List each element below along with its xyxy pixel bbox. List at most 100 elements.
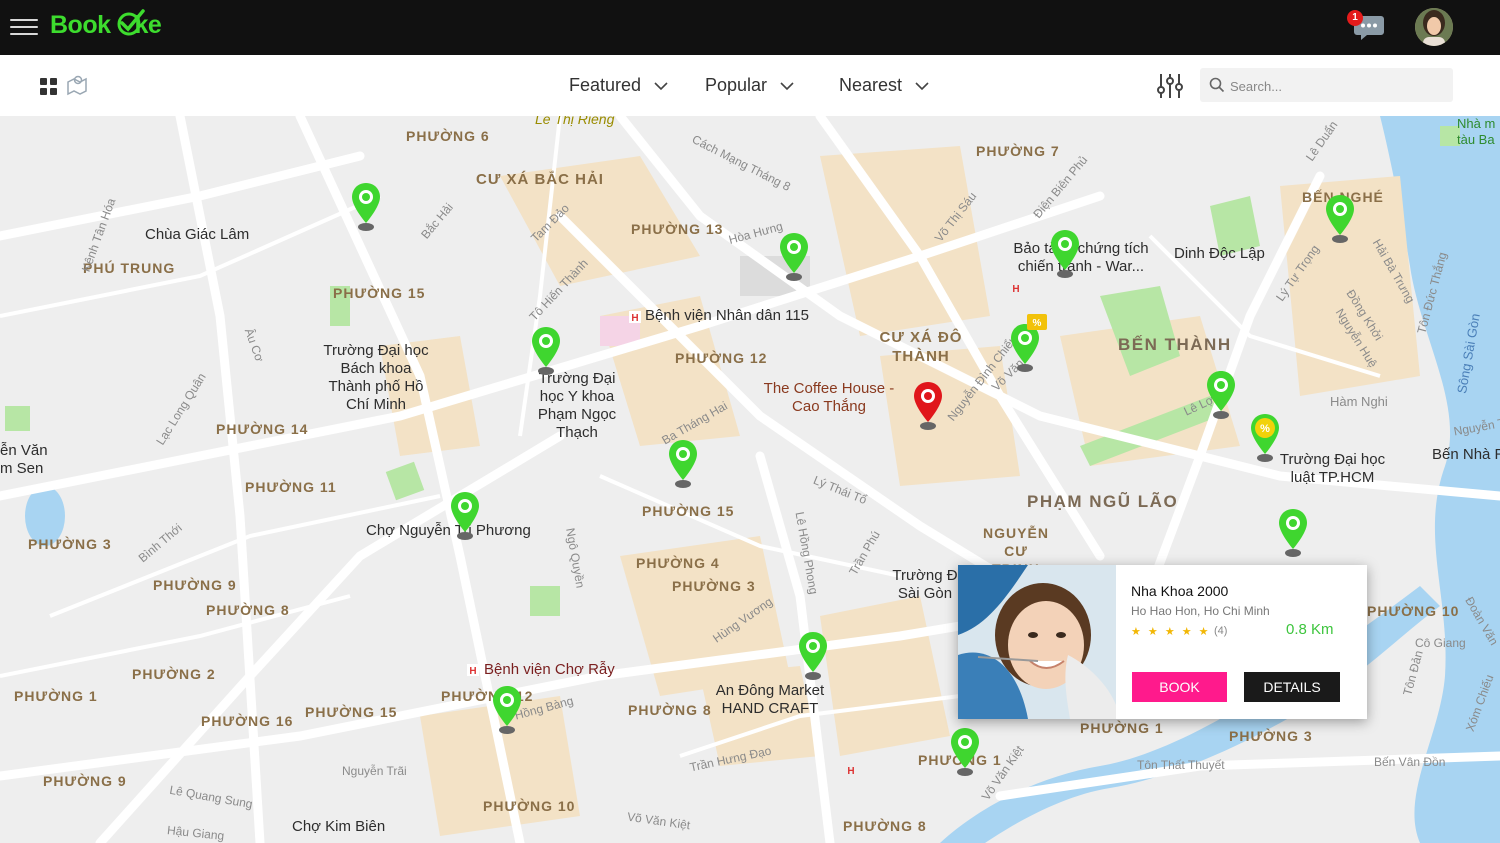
- chevron-down-icon: [915, 82, 929, 90]
- location-pin-green[interactable]: [1050, 230, 1080, 278]
- user-avatar[interactable]: [1415, 8, 1453, 46]
- place-preview-card[interactable]: Nha Khoa 2000 Ho Hao Hon, Ho Chi Minh ★ …: [958, 565, 1367, 719]
- notification-badge: 1: [1347, 10, 1363, 26]
- district-label: PHƯỜNG 15: [642, 503, 735, 519]
- star-rating: ★ ★ ★ ★ ★: [1131, 626, 1211, 638]
- place-label[interactable]: Trường Đ Sài Gòn: [892, 567, 958, 603]
- dental-clinic-photo: [958, 565, 1116, 719]
- search-box: [1200, 68, 1453, 104]
- location-pin-green[interactable]: [798, 632, 828, 680]
- filter-sliders-icon[interactable]: [1156, 72, 1184, 105]
- district-label: PHƯỜNG 12: [675, 350, 768, 366]
- nearest-label: Nearest: [839, 75, 903, 95]
- district-label: PHƯỜNG 13: [631, 221, 724, 237]
- place-label[interactable]: Trường Đại học luật TP.HCM: [1275, 451, 1390, 487]
- logo-check-icon: [117, 9, 145, 36]
- place-label[interactable]: The Coffee House - Cao Thắng: [762, 380, 896, 416]
- location-pin-green[interactable]: [1325, 195, 1355, 243]
- selected-location-pin[interactable]: [913, 382, 943, 430]
- location-pin-green[interactable]: [450, 492, 480, 540]
- grid-view-icon[interactable]: [40, 78, 57, 95]
- hospital-icon: H: [1012, 284, 1019, 294]
- filter-toolbar: Featured Popular Nearest: [0, 55, 1500, 117]
- district-label: PHƯỜNG 3: [1229, 728, 1313, 744]
- book-button[interactable]: BOOK: [1132, 672, 1227, 702]
- location-pin-green[interactable]: [1010, 324, 1040, 372]
- place-label[interactable]: Trường Đại học Y khoa Phạm Ngọc Thạch: [532, 370, 622, 442]
- district-label: PHƯỜNG 8: [843, 818, 927, 834]
- district-label: PHƯỜNG 1: [14, 688, 98, 704]
- discount-pin[interactable]: %: [1250, 414, 1280, 462]
- search-input[interactable]: [1228, 68, 1447, 104]
- place-label[interactable]: Chợ Nguyễn Tri Phương: [366, 522, 531, 540]
- map-canvas[interactable]: PHƯỜNG 6 CƯ XÁ BẮC HẢI PHƯỜNG 13 PHƯỜNG …: [0, 116, 1500, 843]
- district-label: PHƯỜNG 2: [132, 666, 216, 682]
- place-label[interactable]: ễn Văn m Sen: [0, 442, 50, 478]
- district-label: PHƯỜNG 16: [201, 713, 294, 729]
- review-count: (4): [1214, 625, 1228, 637]
- road-label: Nguyễn Trãi: [342, 764, 407, 778]
- bookoke-logo[interactable]: Book ke: [50, 9, 162, 40]
- map-view-icon[interactable]: [66, 74, 88, 101]
- place-label[interactable]: Bệnh viện Chợ Rẫy: [484, 661, 615, 678]
- place-label[interactable]: Bệnh viện Nhân dân 115: [645, 307, 809, 325]
- road-label: Bến Vân Đồn: [1374, 755, 1446, 769]
- place-label[interactable]: Trường Đại học Bách khoa Thành phố Hồ Ch…: [322, 342, 430, 414]
- district-label: PHƯỜNG 8: [628, 702, 712, 718]
- chevron-down-icon: [654, 82, 668, 90]
- district-label: PHẠM NGŨ LÃO: [1027, 492, 1179, 511]
- hamburger-menu-icon[interactable]: [10, 14, 38, 40]
- district-label: PHƯỜNG 10: [483, 798, 576, 814]
- place-label[interactable]: Bảo tàng chứng tích chiến tranh - War...: [1006, 240, 1156, 276]
- place-label[interactable]: Dinh Độc Lập: [1174, 245, 1265, 263]
- featured-label: Featured: [569, 75, 642, 95]
- road-label: Lê Thị Riêng: [535, 116, 615, 127]
- svg-text:H: H: [847, 766, 854, 776]
- district-label: PHƯỜNG 15: [333, 285, 426, 301]
- location-pin-green[interactable]: [351, 183, 381, 231]
- place-label[interactable]: Bến Nhà R: [1432, 446, 1500, 464]
- place-label[interactable]: An Đông Market HAND CRAFT: [711, 682, 829, 718]
- svg-text:%: %: [1033, 318, 1042, 329]
- place-label[interactable]: Chợ Kim Biên: [292, 818, 385, 836]
- location-pin-green[interactable]: [950, 728, 980, 776]
- place-label[interactable]: Chùa Giác Lâm: [145, 226, 249, 244]
- district-label: BẾN THÀNH: [1118, 335, 1232, 354]
- district-label: PHƯỜNG 9: [153, 577, 237, 593]
- location-pin-green[interactable]: [1206, 371, 1236, 419]
- district-label: PHƯỜNG 4: [636, 555, 720, 571]
- district-label: CƯ XÁ ĐÔ THÀNH: [879, 329, 963, 365]
- location-pin-green[interactable]: [492, 686, 522, 734]
- location-pin-green[interactable]: [1278, 509, 1308, 557]
- avatar-image: [1415, 8, 1453, 46]
- popular-label: Popular: [705, 75, 768, 95]
- svg-text:H: H: [1012, 284, 1019, 294]
- district-label: PHƯỜNG 1: [1080, 720, 1164, 736]
- district-label: PHÚ TRUNG: [83, 260, 176, 276]
- details-button[interactable]: DETAILS: [1244, 672, 1340, 702]
- popular-dropdown[interactable]: Popular: [705, 75, 794, 96]
- hospital-icon: H: [629, 311, 641, 323]
- svg-text:H: H: [631, 313, 638, 323]
- featured-dropdown[interactable]: Featured: [569, 75, 668, 96]
- road-label: Hàm Nghi: [1330, 394, 1388, 409]
- location-pin-green[interactable]: [779, 233, 809, 281]
- distance-label: 0.8 Km: [1286, 621, 1334, 638]
- nearest-dropdown[interactable]: Nearest: [839, 75, 929, 96]
- location-pin-green[interactable]: [531, 327, 561, 375]
- svg-text:H: H: [469, 666, 476, 676]
- place-label[interactable]: Nhà m tàu Ba: [1457, 116, 1500, 148]
- district-label: PHƯỜNG 7: [976, 143, 1060, 159]
- district-label: PHƯỜNG 10: [1367, 603, 1460, 619]
- district-label: PHƯỜNG 6: [406, 128, 490, 144]
- road-label: Tôn Thất Thuyết: [1137, 758, 1225, 772]
- location-pin-green[interactable]: [668, 440, 698, 488]
- messages-button[interactable]: 1: [1347, 10, 1388, 44]
- district-label: PHƯỜNG 3: [28, 536, 112, 552]
- discount-tag-icon[interactable]: %: [1027, 314, 1047, 330]
- svg-text:%: %: [1260, 423, 1270, 435]
- place-address: Ho Hao Hon, Ho Chi Minh: [1131, 604, 1270, 618]
- hospital-icon: H: [467, 664, 479, 676]
- logo-text: Book: [50, 11, 111, 39]
- district-label: PHƯỜNG 14: [216, 421, 309, 437]
